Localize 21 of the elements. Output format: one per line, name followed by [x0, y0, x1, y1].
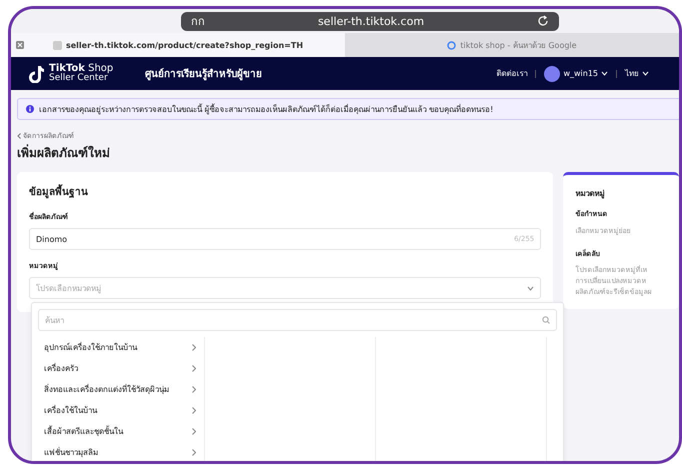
logo-shop: Shop — [88, 63, 114, 74]
learning-center-link[interactable]: ศูนย์การเรียนรู้สำหรับผู้ขาย — [145, 66, 496, 81]
category-item[interactable]: แฟชั่นชาวมุสลิม — [38, 442, 204, 461]
browser-tab[interactable]: seller-th.tiktok.com/product/create?shop_region=TH — [11, 33, 345, 57]
category-item[interactable]: เครื่องครัว — [38, 358, 204, 379]
category-item[interactable]: เสื้อผ้าสตรีและชุดชั้นใน — [38, 421, 204, 442]
category-item[interactable]: เครื่องใช้ในบ้าน — [38, 400, 204, 421]
category-item[interactable]: สิ่งทอและเครื่องตกแต่งที่ใช้วัสดุผิวนุ่ม — [38, 379, 204, 400]
logo-subtitle: Seller Center — [49, 74, 108, 83]
contact-link[interactable]: ติดต่อเรา — [496, 67, 528, 80]
address-bar[interactable]: กก seller-th.tiktok.com — [181, 12, 559, 30]
logo-brand: TikTok — [49, 63, 85, 74]
language-menu[interactable]: ไทย — [625, 67, 649, 80]
page-title: เพิ่มผลิตภัณฑ์ใหม่ — [17, 143, 111, 162]
notice-text: เอกสารของคุณอยู่ระหว่างการตรวจสอบในขณะนี้ ผู้ซื้อจะสามารถมองเห็นผลิตภัณฑ์ได้ก็ต่อเมื่อคุณผ่านการยืนยันแล้ว ขอบคุณที่อดทนรอ! — [39, 102, 494, 116]
address-domain: seller-th.tiktok.com — [316, 14, 426, 28]
card-title: หมวดหมู่ — [575, 188, 606, 200]
reader-text-size[interactable]: กก — [191, 12, 205, 30]
section-title: ข้อมูลพื้นฐาน — [29, 184, 542, 199]
category-item[interactable]: อุปกรณ์เครื่องใช้ภายในบ้าน — [38, 337, 204, 358]
user-menu[interactable]: w_win15 — [544, 66, 608, 82]
